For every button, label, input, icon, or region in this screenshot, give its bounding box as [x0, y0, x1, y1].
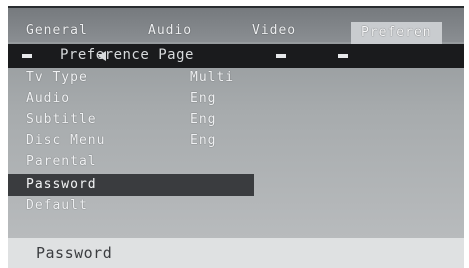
menu-item-label: Default [26, 198, 88, 213]
status-text: Password [36, 244, 113, 262]
dash-marker-icon [22, 54, 32, 58]
menu-item-value: Eng [190, 91, 217, 106]
menu-item-audio[interactable]: Audio Eng [8, 89, 464, 109]
menu-item-tv-type[interactable]: Tv Type Multi [8, 68, 464, 88]
menu-item-label: Disc Menu [26, 133, 106, 148]
status-bar: Password [8, 238, 464, 268]
menu-item-subtitle[interactable]: Subtitle Eng [8, 110, 464, 130]
menu-item-label: Password [26, 177, 97, 192]
menu-item-disc-menu[interactable]: Disc Menu Eng [8, 131, 464, 151]
menu-item-value: Eng [190, 133, 217, 148]
tab-audio[interactable]: Audio [148, 20, 192, 42]
menu-item-parental[interactable]: Parental [8, 152, 464, 172]
menu-item-value: Multi [190, 70, 235, 85]
page-header: Preference Page [8, 44, 464, 68]
cursor-arrow-icon [98, 51, 106, 61]
tab-bar: General Audio Video Preferen [8, 8, 464, 44]
dash-marker-icon [276, 54, 286, 58]
menu-item-label: Audio [26, 91, 71, 106]
page-title: Preference Page [60, 47, 194, 63]
menu-item-default[interactable]: Default [8, 196, 464, 216]
dash-marker-icon [338, 54, 348, 58]
tab-general[interactable]: General [26, 20, 88, 42]
menu-item-label: Subtitle [26, 112, 97, 127]
menu-item-password[interactable]: Password [8, 175, 254, 195]
menu-item-label: Parental [26, 154, 97, 169]
osd-screen: General Audio Video Preferen Preference … [8, 6, 464, 238]
menu-item-value: Eng [190, 112, 217, 127]
tab-preference[interactable]: Preferen [351, 22, 442, 44]
tab-video[interactable]: Video [252, 20, 296, 42]
menu-item-label: Tv Type [26, 70, 88, 85]
